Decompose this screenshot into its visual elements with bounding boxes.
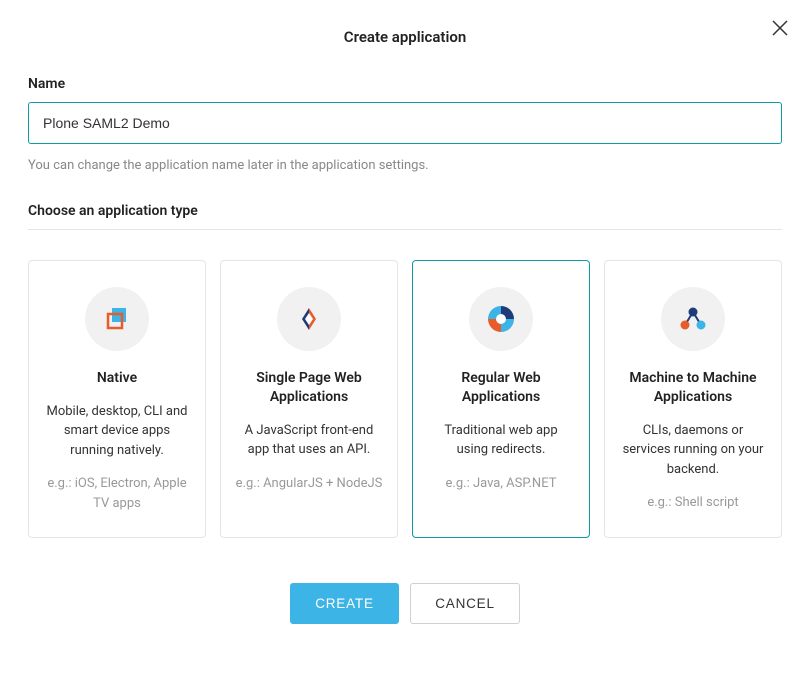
close-button[interactable] bbox=[772, 20, 788, 40]
app-type-label: Choose an application type bbox=[28, 203, 782, 219]
card-example: e.g.: Java, ASP.NET bbox=[427, 474, 575, 494]
create-application-modal: Create application Name You can change t… bbox=[0, 0, 810, 652]
card-example: e.g.: AngularJS + NodeJS bbox=[235, 474, 383, 494]
create-button[interactable]: CREATE bbox=[290, 583, 399, 624]
name-label: Name bbox=[28, 76, 782, 92]
app-type-spa[interactable]: Single Page Web Applications A JavaScrip… bbox=[220, 260, 398, 538]
close-icon bbox=[772, 20, 788, 36]
section-divider bbox=[28, 229, 782, 230]
card-example: e.g.: Shell script bbox=[619, 493, 767, 513]
app-type-cards: Native Mobile, desktop, CLI and smart de… bbox=[28, 260, 782, 538]
card-title: Machine to Machine Applications bbox=[619, 369, 767, 407]
app-type-native[interactable]: Native Mobile, desktop, CLI and smart de… bbox=[28, 260, 206, 538]
spa-icon bbox=[277, 287, 341, 351]
card-example: e.g.: iOS, Electron, Apple TV apps bbox=[43, 474, 191, 513]
card-desc: Traditional web app using redirects. bbox=[427, 421, 575, 460]
card-desc: Mobile, desktop, CLI and smart device ap… bbox=[43, 402, 191, 461]
modal-title: Create application bbox=[28, 28, 782, 46]
m2m-icon bbox=[661, 287, 725, 351]
modal-footer: CREATE CANCEL bbox=[28, 583, 782, 624]
native-icon bbox=[85, 287, 149, 351]
card-title: Single Page Web Applications bbox=[235, 369, 383, 407]
app-type-regular-web[interactable]: Regular Web Applications Traditional web… bbox=[412, 260, 590, 538]
cancel-button[interactable]: CANCEL bbox=[410, 583, 520, 624]
card-title: Native bbox=[43, 369, 191, 388]
name-input[interactable] bbox=[28, 102, 782, 144]
app-type-m2m[interactable]: Machine to Machine Applications CLIs, da… bbox=[604, 260, 782, 538]
regular-web-icon bbox=[469, 287, 533, 351]
card-title: Regular Web Applications bbox=[427, 369, 575, 407]
name-help-text: You can change the application name late… bbox=[28, 158, 782, 173]
card-desc: A JavaScript front-end app that uses an … bbox=[235, 421, 383, 460]
card-desc: CLIs, daemons or services running on you… bbox=[619, 421, 767, 480]
